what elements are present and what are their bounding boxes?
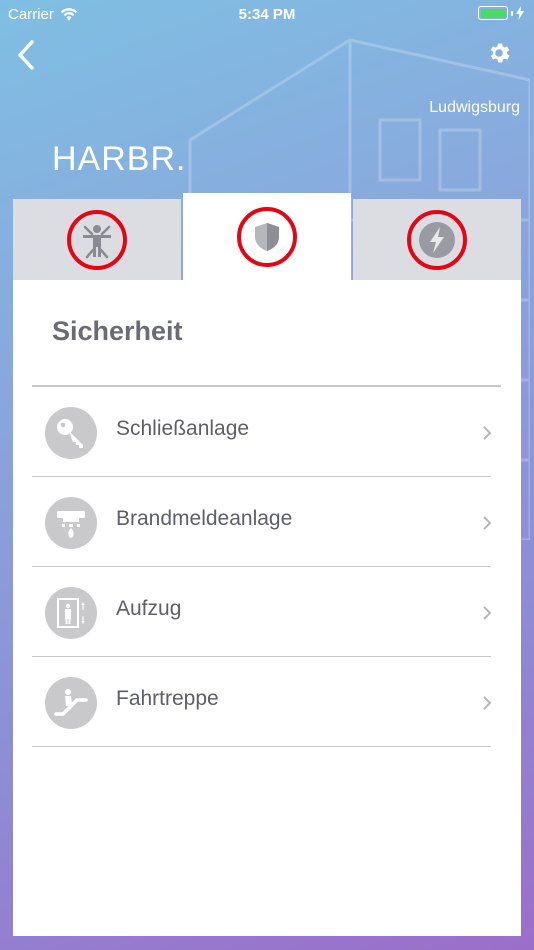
chevron-right-icon — [483, 426, 492, 440]
escalator-icon — [45, 677, 97, 729]
battery-indicator — [478, 6, 524, 20]
gear-icon — [490, 43, 510, 63]
elevator-icon — [45, 587, 97, 639]
tab-security[interactable] — [183, 193, 351, 281]
key-icon — [45, 407, 97, 459]
chevron-left-icon — [18, 40, 34, 70]
chevron-right-icon — [483, 606, 492, 620]
list-item-label: Fahrtreppe — [116, 687, 219, 710]
charging-bolt-icon — [516, 6, 524, 20]
list-item-brandmeldeanlage[interactable]: Brandmeldeanlage — [32, 477, 492, 567]
category-tabs — [13, 193, 521, 281]
back-button[interactable] — [12, 38, 42, 72]
chevron-right-icon — [483, 696, 492, 710]
chevron-right-icon — [483, 516, 492, 530]
settings-button[interactable] — [486, 40, 512, 66]
tab-person[interactable] — [13, 199, 181, 281]
list-item-label: Brandmeldeanlage — [116, 507, 293, 530]
status-time: 5:34 PM — [238, 6, 296, 23]
highlight-ring — [237, 207, 297, 267]
highlight-ring — [407, 210, 467, 270]
location-label: Ludwigsburg — [429, 99, 520, 116]
battery-icon — [478, 6, 508, 20]
vitruvian-man-icon — [83, 225, 111, 259]
shield-icon — [255, 223, 279, 251]
list-item-schliessanlage[interactable]: Schließanlage — [32, 387, 492, 477]
building-title: HARBR. — [52, 140, 187, 178]
content-panel: Sicherheit Schließanlage Brandmeldeanlag… — [13, 280, 521, 936]
list-item-label: Schließanlage — [116, 417, 250, 440]
highlight-ring — [67, 210, 127, 270]
smoke-detector-icon — [45, 497, 97, 549]
list-item-fahrtreppe[interactable]: Fahrtreppe — [32, 657, 492, 747]
list-item-aufzug[interactable]: Aufzug — [32, 567, 492, 657]
status-bar: Carrier 5:34 PM — [0, 0, 534, 30]
list-item-label: Aufzug — [116, 597, 182, 620]
tab-energy[interactable] — [353, 199, 521, 281]
section-title: Sicherheit — [52, 316, 183, 346]
lightning-icon — [419, 222, 455, 258]
